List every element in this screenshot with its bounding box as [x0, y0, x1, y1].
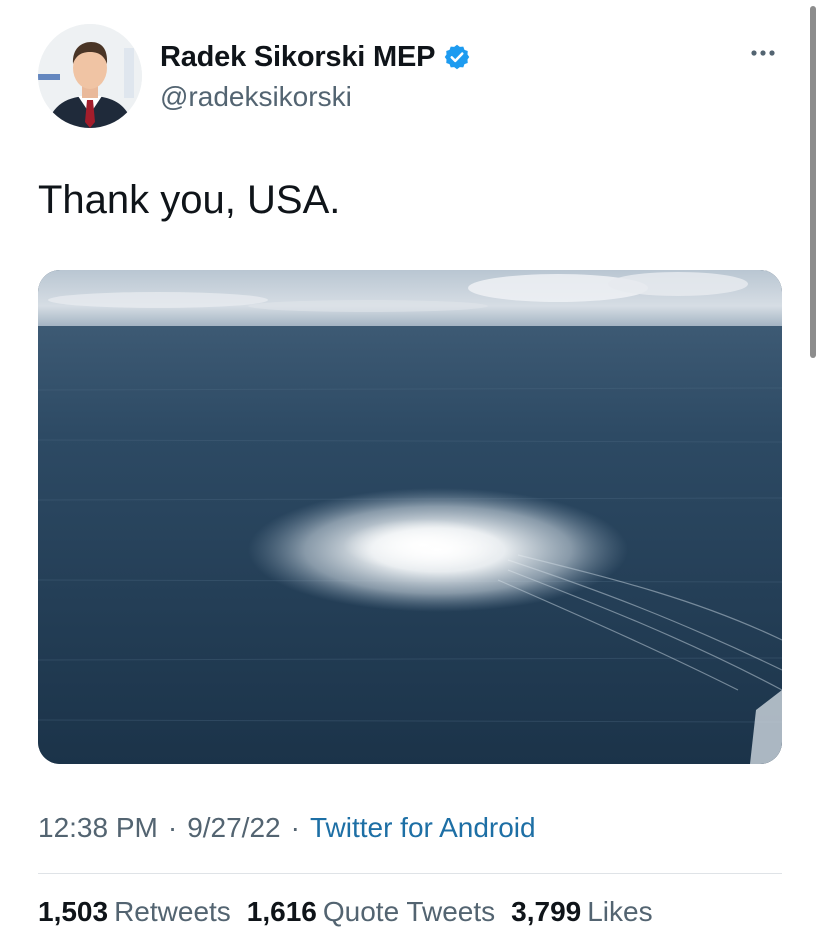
likes-count: 3,799 — [511, 896, 582, 927]
author-name-row[interactable]: Radek Sikorski MEP — [160, 40, 471, 74]
person-avatar-icon — [38, 24, 142, 128]
retweets-label: Retweets — [114, 896, 231, 927]
likes-stat[interactable]: 3,799 Likes — [511, 896, 652, 928]
retweets-stat[interactable]: 1,503 Retweets — [38, 896, 231, 928]
tweet-media-photo[interactable] — [38, 270, 782, 764]
more-options-button[interactable] — [748, 38, 778, 68]
retweets-count: 1,503 — [38, 896, 109, 927]
quote-tweets-count: 1,616 — [246, 896, 317, 927]
author-handle[interactable]: @radeksikorski — [160, 81, 352, 113]
quote-tweets-label: Quote Tweets — [322, 896, 496, 927]
author-display-name[interactable]: Radek Sikorski MEP — [160, 41, 435, 74]
tweet-time[interactable]: 12:38 PM — [38, 812, 158, 844]
tweet-source-link[interactable]: Twitter for Android — [310, 812, 536, 844]
verified-badge-icon — [443, 43, 471, 71]
likes-label: Likes — [587, 896, 653, 927]
engagement-stats: 1,503 Retweets 1,616 Quote Tweets 3,799 Lik… — [38, 896, 669, 928]
meta-separator: · — [167, 812, 178, 843]
scrollbar[interactable] — [810, 6, 816, 358]
divider — [38, 873, 782, 874]
quote-tweets-stat[interactable]: 1,616 Quote Tweets — [247, 896, 495, 928]
tweet-meta: 12:38 PM · 9/27/22 · Twitter for Android — [38, 812, 536, 844]
sea-photo — [38, 270, 782, 764]
tweet-text: Thank you, USA. — [38, 178, 341, 222]
tweet-date[interactable]: 9/27/22 — [187, 812, 280, 844]
more-horizontal-icon — [751, 50, 775, 56]
avatar[interactable] — [38, 24, 142, 128]
tweet-card: Radek Sikorski MEP @radeksikorski Thank … — [0, 0, 820, 950]
meta-separator: · — [290, 812, 300, 843]
